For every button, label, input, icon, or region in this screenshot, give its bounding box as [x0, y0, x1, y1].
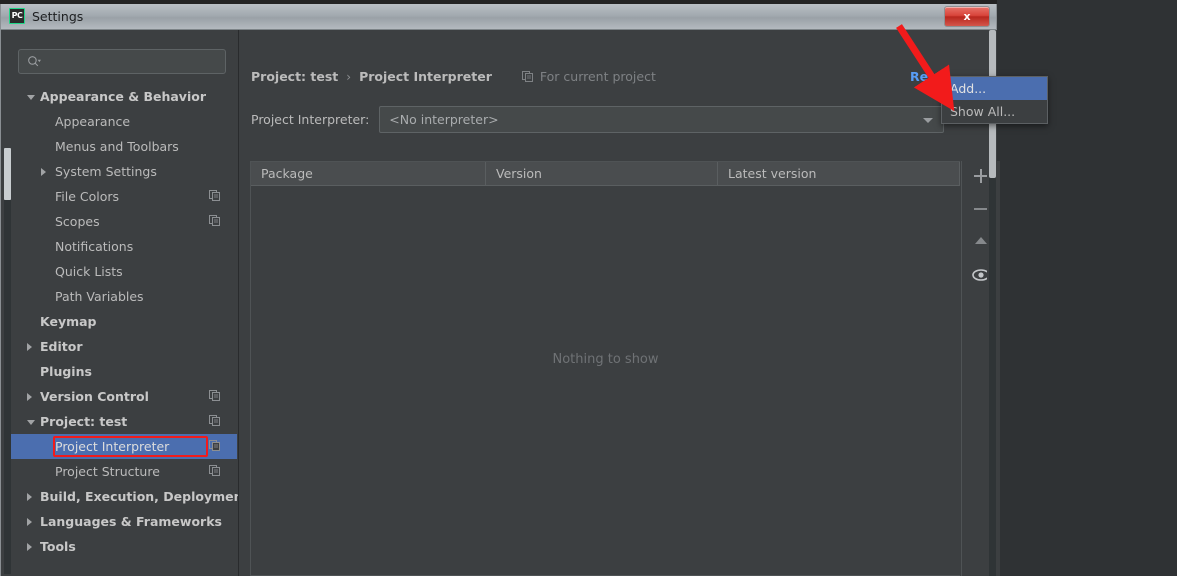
close-button[interactable]: x	[944, 6, 990, 27]
sidebar-item-label: Path Variables	[55, 289, 144, 304]
copy-icon[interactable]	[209, 190, 221, 202]
sidebar-item-keymap[interactable]: Keymap	[11, 309, 237, 334]
chevron-down-icon	[923, 118, 934, 123]
sidebar-item-menus-and-toolbars[interactable]: Menus and Toolbars	[11, 134, 237, 159]
settings-content-pane: Project: test › Project Interpreter For …	[238, 30, 1000, 576]
sidebar-item-label: Project Structure	[55, 464, 160, 479]
sidebar-item-notifications[interactable]: Notifications	[11, 234, 237, 259]
packages-table: Package Version Latest version Nothing to …	[250, 161, 960, 576]
pycharm-icon: PC	[9, 8, 25, 24]
sidebar-item-label: Languages & Frameworks	[40, 514, 222, 529]
screenshot-root: PC Settings x Appearance & Behavior Appe…	[0, 0, 1177, 576]
sidebar-item-label: Notifications	[55, 239, 134, 254]
search-input[interactable]	[18, 49, 226, 74]
sidebar-item-label: Build, Execution, Deployment	[40, 489, 249, 504]
breadcrumb-page: Project Interpreter	[359, 69, 492, 84]
sidebar-item-appearance-behavior[interactable]: Appearance & Behavior	[11, 84, 237, 109]
sidebar-item-project-structure[interactable]: Project Structure	[11, 459, 237, 484]
sidebar-item-project-test[interactable]: Project: test	[11, 409, 237, 434]
sidebar-item-label: Quick Lists	[55, 264, 123, 279]
sidebar-item-label: Scopes	[55, 214, 100, 229]
packages-empty-message: Nothing to show	[552, 352, 659, 367]
copy-icon[interactable]	[209, 390, 221, 402]
content-scrollbar-track[interactable]	[989, 178, 996, 576]
sidebar-item-label: File Colors	[55, 189, 120, 204]
sidebar-item-scopes[interactable]: Scopes	[11, 209, 237, 234]
chevron-right-icon[interactable]	[27, 493, 32, 501]
sidebar-item-version-control[interactable]: Version Control	[11, 384, 237, 409]
sidebar-item-project-interpreter[interactable]: Project Interpreter	[11, 434, 237, 459]
chevron-down-icon[interactable]	[27, 95, 35, 100]
sidebar-item-label: System Settings	[55, 164, 157, 179]
window-title: Settings	[32, 8, 84, 24]
settings-tree: Appearance & Behavior Appearance Menus and…	[11, 84, 248, 559]
left-scrollbar-track[interactable]	[4, 200, 11, 574]
sidebar-item-file-colors[interactable]: File Colors	[11, 184, 237, 209]
sidebar-item-label: Appearance	[55, 114, 131, 129]
chevron-right-icon[interactable]	[27, 393, 32, 401]
sidebar-item-languages-frameworks[interactable]: Languages & Frameworks	[11, 509, 237, 534]
sidebar-item-tools[interactable]: Tools	[11, 534, 237, 559]
titlebar-left-group: PC Settings	[9, 8, 83, 24]
copy-icon	[521, 70, 533, 82]
settings-window: PC Settings x Appearance & Behavior Appe…	[0, 4, 1000, 576]
chevron-right-icon[interactable]	[41, 168, 46, 176]
breadcrumb-scope-note: For current project	[521, 69, 656, 84]
sidebar-item-label: Tools	[40, 539, 76, 554]
sidebar-item-label: Project Interpreter	[55, 439, 170, 454]
sidebar-item-label: Version Control	[40, 389, 149, 404]
menu-item-add[interactable]: Add...	[942, 77, 1047, 100]
interpreter-combobox[interactable]: <No interpreter>	[379, 106, 945, 133]
sidebar-item-label: Keymap	[40, 314, 97, 329]
sidebar-item-label: Menus and Toolbars	[55, 139, 179, 154]
chevron-down-icon[interactable]	[27, 420, 35, 425]
interpreter-settings-menu: Add... Show All...	[941, 76, 1048, 124]
chevron-right-icon[interactable]	[27, 518, 32, 526]
breadcrumb: Project: test › Project Interpreter For …	[251, 69, 656, 84]
left-scrollbar-thumb[interactable]	[4, 148, 11, 200]
breadcrumb-project[interactable]: Project: test	[251, 69, 338, 84]
column-header[interactable]: Version	[486, 162, 718, 185]
settings-sidebar: Appearance & Behavior Appearance Menus and…	[11, 30, 248, 576]
chevron-right-icon[interactable]	[27, 543, 32, 551]
interpreter-row: Project Interpreter: <No interpreter>	[251, 106, 945, 133]
interpreter-value: <No interpreter>	[389, 112, 499, 127]
interpreter-label: Project Interpreter:	[251, 112, 370, 127]
sidebar-item-path-variables[interactable]: Path Variables	[11, 284, 237, 309]
sidebar-item-label: Plugins	[40, 364, 92, 379]
packages-table-header: Package Version Latest version	[251, 162, 960, 186]
left-scrollbar[interactable]	[4, 148, 11, 574]
sidebar-item-editor[interactable]: Editor	[11, 334, 237, 359]
copy-icon[interactable]	[209, 465, 221, 477]
sidebar-item-quick-lists[interactable]: Quick Lists	[11, 259, 237, 284]
window-body: Appearance & Behavior Appearance Menus and…	[1, 30, 1000, 576]
sidebar-item-plugins[interactable]: Plugins	[11, 359, 237, 384]
sidebar-item-label: Appearance & Behavior	[40, 89, 206, 104]
column-header[interactable]: Package	[251, 162, 486, 185]
sidebar-item-label: Project: test	[40, 414, 128, 429]
menu-item-show-all[interactable]: Show All...	[942, 100, 1047, 123]
search-icon	[28, 56, 41, 67]
breadcrumb-separator: ›	[346, 69, 352, 84]
column-header[interactable]: Latest version	[718, 162, 960, 185]
copy-icon[interactable]	[209, 440, 221, 452]
copy-icon[interactable]	[209, 215, 221, 227]
sidebar-item-system-settings[interactable]: System Settings	[11, 159, 237, 184]
sidebar-item-label: Editor	[40, 339, 83, 354]
scope-note-label: For current project	[539, 69, 656, 84]
chevron-right-icon[interactable]	[27, 343, 32, 351]
window-titlebar: PC Settings x	[1, 4, 996, 30]
sidebar-item-build-execution-deployment[interactable]: Build, Execution, Deployment	[11, 484, 248, 509]
sidebar-item-appearance[interactable]: Appearance	[11, 109, 237, 134]
copy-icon[interactable]	[209, 415, 221, 427]
